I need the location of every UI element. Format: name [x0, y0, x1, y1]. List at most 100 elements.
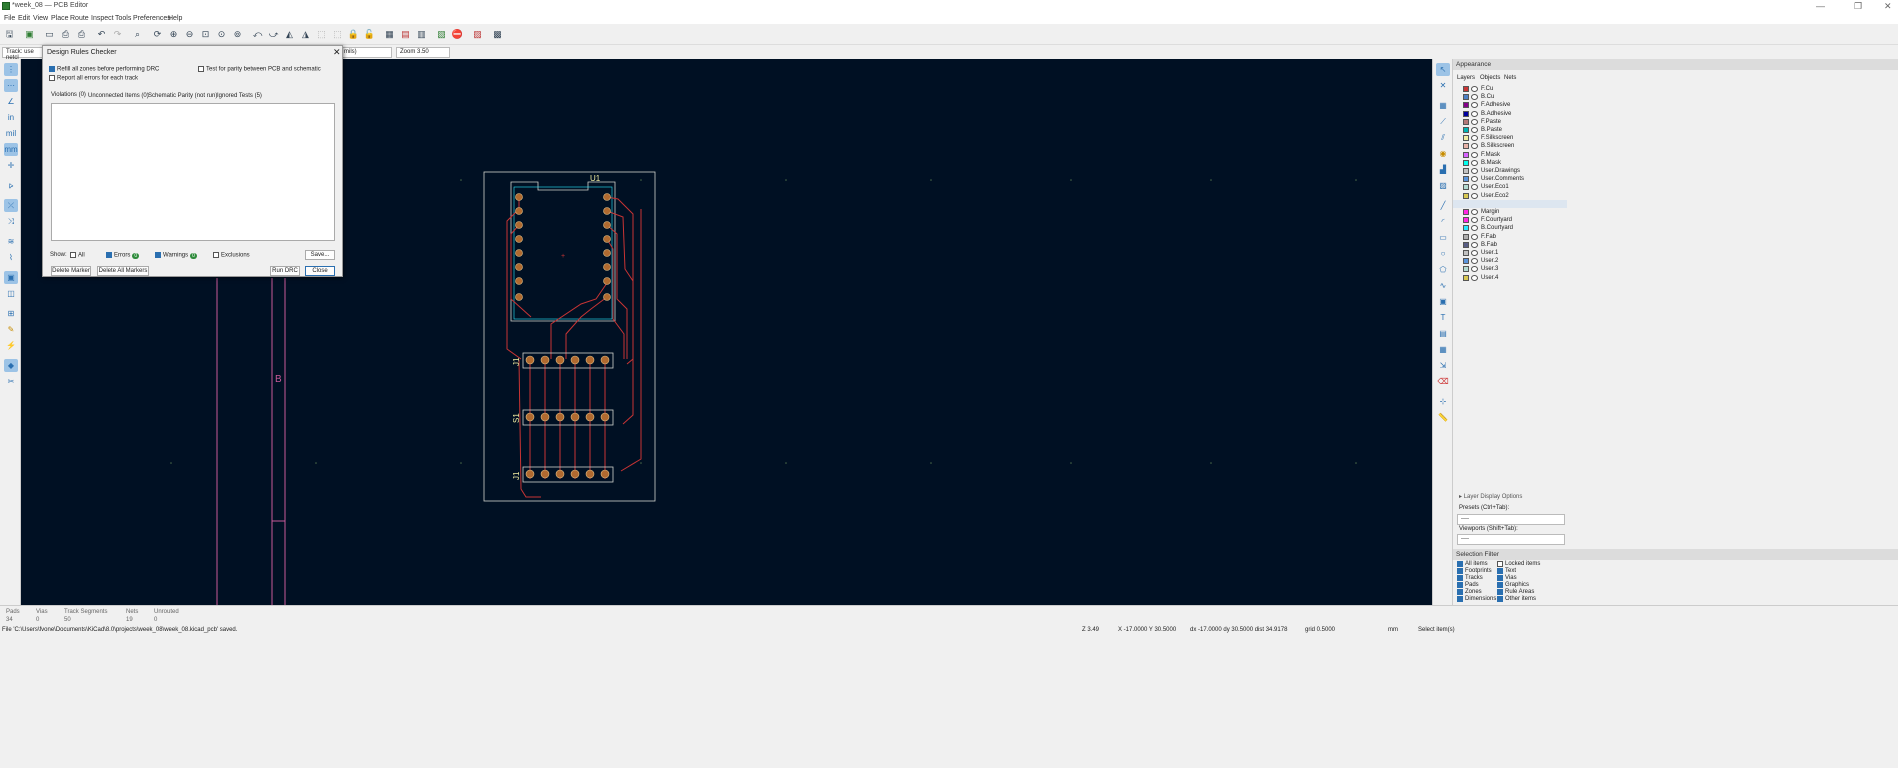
eye-icon[interactable]: [1471, 209, 1478, 215]
inch-units-icon[interactable]: in: [4, 111, 18, 124]
layer-row[interactable]: User.Eco2: [1463, 192, 1563, 200]
mm-units-icon[interactable]: mm: [4, 143, 18, 156]
restore-icon[interactable]: ❐: [1854, 1, 1862, 12]
layer-color-swatch[interactable]: [1463, 151, 1469, 158]
zoom-out-icon[interactable]: ⊖: [183, 28, 196, 41]
redo-icon[interactable]: ↷: [111, 28, 124, 41]
pad-fill-icon[interactable]: ▣: [4, 271, 18, 284]
layer-color-swatch[interactable]: [1463, 94, 1469, 101]
rotate-cw-icon[interactable]: ⤻: [267, 28, 280, 41]
layer-row[interactable]: User.2: [1463, 257, 1563, 265]
menu-help[interactable]: Help: [168, 15, 182, 22]
layer-color-swatch[interactable]: [1463, 127, 1469, 133]
filter-dimensions[interactable]: Dimensions: [1457, 596, 1496, 602]
add-text-icon[interactable]: T: [1436, 311, 1450, 324]
scripting-icon[interactable]: ▨: [471, 28, 484, 41]
filter-other-items[interactable]: Other items: [1497, 596, 1536, 602]
errors-checkbox[interactable]: Errors 0: [106, 252, 140, 259]
eye-icon[interactable]: [1471, 110, 1478, 117]
eye-icon[interactable]: [1471, 266, 1478, 273]
minimize-icon[interactable]: —: [1816, 1, 1825, 11]
layer-color-swatch[interactable]: [1463, 233, 1469, 240]
delete-marker-button[interactable]: Delete Marker: [51, 266, 91, 276]
tab-nets[interactable]: Nets: [1504, 75, 1516, 81]
lock-icon[interactable]: 🔒: [347, 28, 360, 41]
menu-edit[interactable]: Edit: [18, 15, 30, 22]
add-dimension-icon[interactable]: ⇲: [1436, 359, 1450, 372]
select-icon[interactable]: ↖: [1436, 63, 1450, 76]
layer-color-swatch[interactable]: [1463, 110, 1469, 117]
mirror-icon[interactable]: ◮: [299, 28, 312, 41]
filter-all-items[interactable]: All items: [1457, 561, 1488, 567]
eye-icon[interactable]: [1471, 86, 1478, 92]
draw-bezier-icon[interactable]: ∿: [1436, 279, 1450, 292]
layer-row[interactable]: User.Eco1: [1463, 183, 1563, 191]
eye-icon[interactable]: [1471, 168, 1478, 174]
eye-icon[interactable]: [1471, 217, 1478, 224]
plot-icon[interactable]: ⎙: [75, 28, 88, 41]
eye-icon[interactable]: [1471, 143, 1478, 150]
filter-text[interactable]: Text: [1497, 568, 1516, 574]
mil-units-icon[interactable]: mil: [4, 127, 18, 140]
highlight-net-icon[interactable]: ✎: [4, 323, 18, 336]
layer-color-swatch[interactable]: [1463, 209, 1469, 215]
polar-coords-icon[interactable]: ∠: [4, 95, 18, 108]
layer-row[interactable]: B.Mask: [1463, 159, 1563, 167]
high-contrast-icon[interactable]: ⚡: [4, 339, 18, 352]
draw-polygon-icon[interactable]: ⬠: [1436, 263, 1450, 276]
filter-rule-areas[interactable]: Rule Areas: [1497, 589, 1534, 595]
layer-row[interactable]: F.Silkscreen: [1463, 134, 1563, 142]
tab-violations[interactable]: Violations (0): [51, 92, 86, 98]
draw-line-icon[interactable]: ╱: [1436, 199, 1450, 212]
layer-color-swatch[interactable]: [1463, 225, 1469, 232]
report-all-checkbox[interactable]: Report all errors for each track: [49, 75, 138, 82]
local-ratsnest-icon[interactable]: ✕: [1436, 79, 1450, 92]
draw-circle-icon[interactable]: ○: [1436, 247, 1450, 260]
layer-color-swatch[interactable]: [1463, 217, 1469, 224]
track-fill-icon[interactable]: ⊞: [4, 307, 18, 320]
add-image-icon[interactable]: ▣: [1436, 295, 1450, 308]
flip-icon[interactable]: ◭: [283, 28, 296, 41]
board-setup-icon[interactable]: ▣: [23, 28, 36, 41]
zoom-objects-icon[interactable]: ⊙: [215, 28, 228, 41]
tab-schematic-parity[interactable]: Schematic Parity (not run): [148, 93, 217, 99]
violations-list[interactable]: [51, 103, 335, 241]
add-footprint-icon[interactable]: ▦: [1436, 99, 1450, 112]
layer-row[interactable]: B.Courtyard: [1463, 224, 1563, 232]
eye-icon[interactable]: [1471, 127, 1478, 133]
drc-icon[interactable]: ⛔: [451, 28, 464, 41]
filter-graphics[interactable]: Graphics: [1497, 582, 1529, 588]
layer-row[interactable]: F.Courtyard: [1463, 216, 1563, 224]
delete-tool-icon[interactable]: ⌫: [1436, 375, 1450, 388]
track-width-select[interactable]: Track: use netcl: [2, 47, 46, 61]
layer-color-swatch[interactable]: [1463, 102, 1469, 109]
menu-file[interactable]: File: [4, 15, 15, 22]
layer-row[interactable]: User.1: [1463, 249, 1563, 257]
tab-layers[interactable]: Layers: [1457, 75, 1475, 81]
layer-row[interactable]: User.3: [1463, 265, 1563, 273]
layer-color-swatch[interactable]: [1463, 274, 1469, 281]
warnings-checkbox[interactable]: Warnings 0: [155, 252, 197, 259]
eye-icon[interactable]: [1471, 233, 1478, 240]
close-button[interactable]: Close: [305, 266, 335, 276]
update-pcb-icon[interactable]: ▤: [399, 28, 412, 41]
tab-unconnected[interactable]: Unconnected Items (0): [88, 93, 149, 99]
run-drc-button[interactable]: Run DRC: [270, 266, 300, 276]
refill-zones-checkbox[interactable]: Refill all zones before performing DRC: [49, 66, 159, 73]
eye-icon[interactable]: [1471, 118, 1478, 125]
layer-row[interactable]: Margin: [1463, 208, 1563, 216]
eye-icon[interactable]: [1471, 176, 1478, 183]
ungroup-icon[interactable]: ⬚: [331, 28, 344, 41]
menu-tools[interactable]: Tools: [115, 15, 131, 22]
layer-display-options[interactable]: ▸ Layer Display Options: [1459, 493, 1522, 500]
grid-select[interactable]: mils): [340, 47, 392, 58]
grid-toggle-icon[interactable]: ⋮: [4, 63, 18, 76]
eye-icon[interactable]: [1471, 102, 1478, 109]
rotate-ccw-icon[interactable]: ⤺: [251, 28, 264, 41]
grid-overrides-icon[interactable]: ⋯: [4, 79, 18, 92]
refresh-icon[interactable]: ⟳: [151, 28, 164, 41]
via-fill-icon[interactable]: ◫: [4, 287, 18, 300]
draw-arc-icon[interactable]: ◜: [1436, 215, 1450, 228]
properties-icon[interactable]: ✂: [4, 375, 18, 388]
undo-icon[interactable]: ↶: [95, 28, 108, 41]
